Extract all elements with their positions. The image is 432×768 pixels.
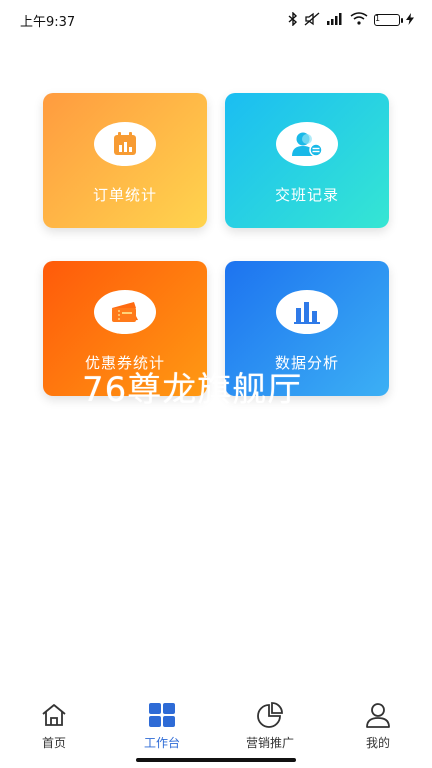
bluetooth-icon <box>288 10 298 29</box>
home-indicator[interactable] <box>136 758 296 762</box>
coupon-stats-card[interactable]: 优惠券统计 <box>43 261 207 396</box>
status-icons: 1 <box>288 10 414 29</box>
tab-mine[interactable]: 我的 <box>324 700 432 760</box>
order-stats-icon-bubble <box>94 122 156 166</box>
tab-home-label: 首页 <box>41 736 66 750</box>
pie-chart-icon <box>255 700 285 730</box>
status-bar: 上午9:37 1 <box>0 0 432 40</box>
calendar-chart-icon <box>114 132 136 155</box>
data-analysis-label: 数据分析 <box>274 354 339 372</box>
signal-icon <box>326 12 344 28</box>
bar-chart-icon <box>294 302 320 324</box>
shift-records-label: 交班记录 <box>274 186 339 204</box>
user-switch-icon <box>292 132 323 157</box>
bottom-tab-bar: 首页 工作台 营销推广 我的 <box>0 700 432 760</box>
data-analysis-icon-bubble <box>276 290 338 334</box>
shift-records-icon-bubble <box>276 122 338 166</box>
tab-workbench[interactable]: 工作台 <box>108 700 216 760</box>
data-analysis-card[interactable]: 数据分析 <box>225 261 389 396</box>
wifi-icon <box>350 12 368 28</box>
order-stats-label: 订单统计 <box>92 186 157 204</box>
shift-records-card[interactable]: 交班记录 <box>225 93 389 228</box>
tab-mine-label: 我的 <box>365 736 390 750</box>
tab-workbench-label: 工作台 <box>143 736 180 750</box>
coupon-stats-label: 优惠券统计 <box>84 354 165 372</box>
status-time: 上午9:37 <box>20 14 76 30</box>
battery-icon: 1 <box>374 14 403 26</box>
tab-marketing-label: 营销推广 <box>245 736 294 750</box>
grid-icon <box>147 700 177 730</box>
tab-marketing[interactable]: 营销推广 <box>216 700 324 760</box>
coupon-ticket-icon <box>112 302 138 322</box>
user-icon <box>363 700 393 730</box>
home-icon <box>39 700 69 730</box>
charging-icon <box>406 12 414 28</box>
tab-home[interactable]: 首页 <box>0 700 108 760</box>
coupon-stats-icon-bubble <box>94 290 156 334</box>
order-stats-card[interactable]: 订单统计 <box>43 93 207 228</box>
mute-icon <box>304 12 320 29</box>
